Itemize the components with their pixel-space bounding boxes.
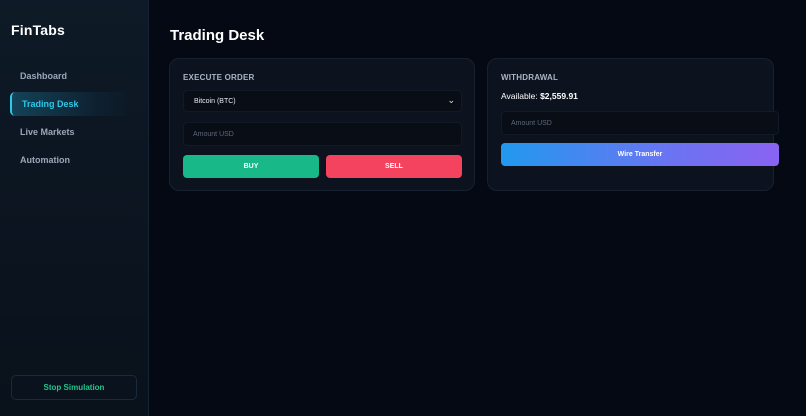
sidebar-item-automation[interactable]: Automation [10,148,132,172]
stop-simulation-button[interactable]: Stop Simulation [11,375,137,400]
app-window: FinTabs Dashboard Trading Desk Live Mark… [0,0,806,416]
sidebar-nav: Dashboard Trading Desk Live Markets Auto… [10,64,132,176]
order-amount-input[interactable]: Amount USD [183,122,462,146]
chevron-down-icon: ⌄ [447,95,455,105]
execute-order-card: EXECUTE ORDER Bitcoin (BTC) ⌄ Amount USD… [169,58,475,191]
asset-select-value: Bitcoin (BTC) [194,97,236,105]
sidebar-item-live-markets[interactable]: Live Markets [10,120,132,144]
sell-button[interactable]: SELL [326,155,462,178]
withdrawal-amount-placeholder: Amount USD [511,119,552,127]
available-balance: Available: $2,559.91 [501,91,578,101]
available-label: Available: [501,91,541,101]
sidebar-item-label: Live Markets [20,127,75,137]
buy-button[interactable]: BUY [183,155,319,178]
sidebar-item-label: Trading Desk [22,99,79,109]
withdrawal-amount-input[interactable]: Amount USD [501,111,779,135]
sidebar-item-trading-desk[interactable]: Trading Desk [10,92,132,116]
sidebar-item-dashboard[interactable]: Dashboard [10,64,132,88]
main-content: Trading Desk EXECUTE ORDER Bitcoin (BTC)… [149,0,806,416]
sidebar: FinTabs Dashboard Trading Desk Live Mark… [0,0,149,416]
asset-select[interactable]: Bitcoin (BTC) ⌄ [183,90,462,112]
available-value: $2,559.91 [540,91,578,101]
brand-logo: FinTabs [11,22,66,38]
card-heading: EXECUTE ORDER [183,73,255,82]
card-heading: WITHDRAWAL [501,73,559,82]
sidebar-item-label: Dashboard [20,71,68,81]
page-title: Trading Desk [170,27,265,44]
wire-transfer-button[interactable]: Wire Transfer [501,143,779,166]
sidebar-item-label: Automation [20,155,70,165]
order-amount-placeholder: Amount USD [193,130,234,138]
withdrawal-card: WITHDRAWAL Available: $2,559.91 Amount U… [487,58,779,191]
